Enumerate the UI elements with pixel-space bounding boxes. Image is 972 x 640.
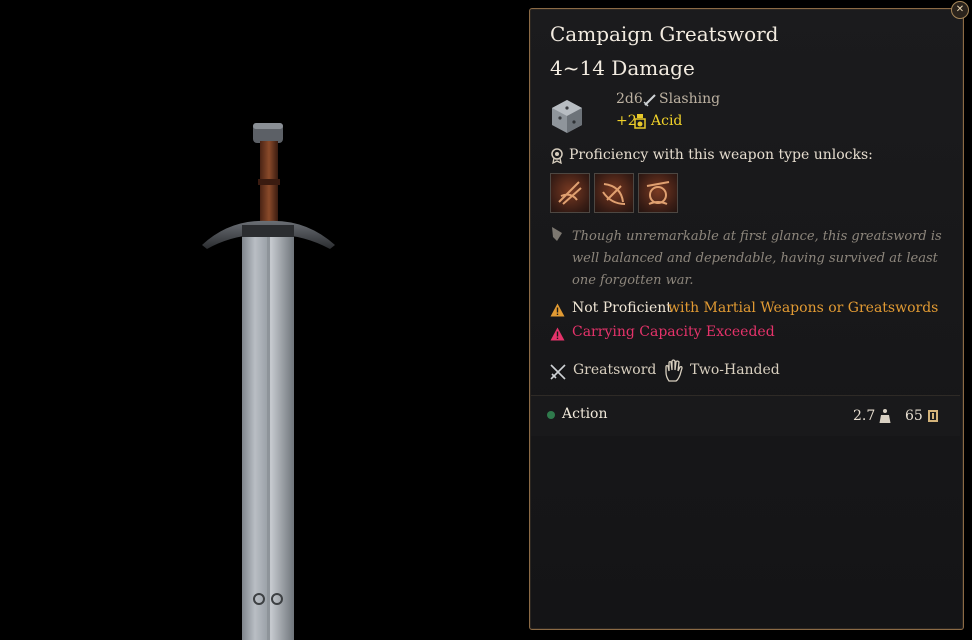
lacerate-action-icon[interactable] bbox=[594, 173, 634, 213]
not-proficient-label: Not Proficient bbox=[572, 300, 672, 316]
item-name: Campaign Greatsword bbox=[550, 22, 779, 46]
close-button[interactable]: ✕ bbox=[951, 1, 969, 19]
damage-type: Slashing bbox=[659, 91, 721, 107]
action-dot-icon bbox=[547, 411, 555, 419]
action-label: Action bbox=[562, 406, 608, 422]
not-proficient-detail: with Martial Weapons or Greatswords bbox=[668, 300, 939, 316]
weapon-type-label: Greatsword bbox=[573, 362, 657, 378]
proficiency-icon bbox=[551, 148, 563, 164]
acid-icon bbox=[634, 114, 646, 129]
damage-dice: 2d6 bbox=[616, 91, 643, 107]
quill-icon bbox=[552, 227, 562, 241]
greatsword-image bbox=[202, 123, 335, 640]
crossed-swords-icon bbox=[550, 364, 566, 380]
weight-value: 2.7 bbox=[853, 408, 876, 424]
weight-icon bbox=[879, 409, 891, 423]
hand-icon bbox=[665, 359, 683, 382]
pommel-strike-action-icon[interactable] bbox=[638, 173, 678, 213]
warning-icon bbox=[550, 303, 565, 317]
die-icon bbox=[552, 100, 582, 133]
damage-summary: 4~14 Damage bbox=[550, 56, 695, 80]
item-tooltip-panel bbox=[529, 8, 964, 630]
carrying-capacity-warning: Carrying Capacity Exceeded bbox=[572, 324, 775, 340]
slashing-icon bbox=[643, 94, 656, 107]
item-description: Though unremarkable at first glance, thi… bbox=[572, 229, 942, 288]
gold-coin-icon bbox=[928, 410, 938, 422]
bonus-damage-type: Acid bbox=[651, 113, 683, 129]
alert-icon bbox=[550, 327, 565, 341]
handedness-label: Two-Handed bbox=[690, 362, 780, 378]
cleave-action-icon[interactable] bbox=[550, 173, 590, 213]
price-value: 65 bbox=[905, 408, 923, 424]
proficiency-text: Proficiency with this weapon type unlock… bbox=[569, 147, 873, 163]
game-screen: ✕ Campaign Greatsword 4~14 Damage 2d6 Sl… bbox=[0, 0, 972, 640]
